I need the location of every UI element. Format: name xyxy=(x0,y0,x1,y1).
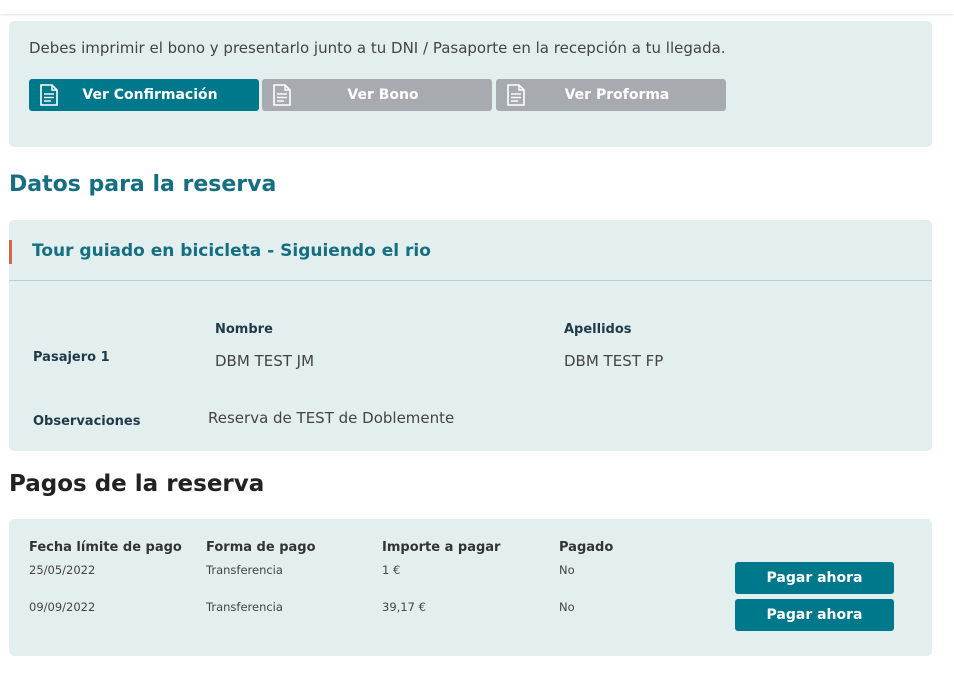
accent-bar xyxy=(9,240,12,264)
passenger-name: DBM TEST JM xyxy=(215,352,315,370)
passenger-surname: DBM TEST FP xyxy=(564,352,664,370)
activity-name: Tour guiado en bicicleta - Siguiendo el … xyxy=(32,241,431,261)
document-icon xyxy=(507,84,525,106)
name-column-header: Nombre xyxy=(215,322,273,337)
top-header-bar xyxy=(0,0,954,14)
passenger-label: Pasajero 1 xyxy=(33,350,110,365)
paid-header: Pagado xyxy=(559,540,614,555)
payment-due-date: 25/05/2022 xyxy=(29,563,96,577)
view-proforma-label: Ver Proforma xyxy=(564,87,670,103)
payment-amount: 39,17 € xyxy=(382,600,426,614)
view-voucher-button[interactable]: Ver Bono xyxy=(262,79,492,111)
payment-amount: 1 € xyxy=(382,563,401,577)
pay-now-button[interactable]: Pagar ahora xyxy=(735,599,894,631)
observations-value: Reserva de TEST de Doblemente xyxy=(208,409,455,427)
payment-method: Transferencia xyxy=(206,563,283,577)
view-confirmation-button[interactable]: Ver Confirmación xyxy=(29,79,259,111)
surname-column-header: Apellidos xyxy=(564,322,632,337)
divider xyxy=(9,280,932,281)
payment-paid-status: No xyxy=(559,563,575,577)
payment-due-date: 09/09/2022 xyxy=(29,600,96,614)
document-icon xyxy=(273,84,291,106)
payments-card: Fecha límite de pago Forma de pago Impor… xyxy=(9,519,932,656)
observations-label: Observaciones xyxy=(33,414,141,429)
payments-section-title: Pagos de la reserva xyxy=(9,471,265,497)
view-proforma-button[interactable]: Ver Proforma xyxy=(496,79,726,111)
voucher-notice-card: Debes imprimir el bono y presentarlo jun… xyxy=(9,21,932,147)
reservation-section-title: Datos para la reserva xyxy=(9,172,277,197)
payment-paid-status: No xyxy=(559,600,575,614)
view-voucher-label: Ver Bono xyxy=(347,87,419,103)
view-confirmation-label: Ver Confirmación xyxy=(82,87,218,103)
payment-method: Transferencia xyxy=(206,600,283,614)
reservation-details-card: Tour guiado en bicicleta - Siguiendo el … xyxy=(9,220,932,451)
document-icon xyxy=(40,84,58,106)
pay-now-button[interactable]: Pagar ahora xyxy=(735,562,894,594)
payment-method-header: Forma de pago xyxy=(206,540,316,555)
voucher-notice-text: Debes imprimir el bono y presentarlo jun… xyxy=(29,39,726,57)
amount-header: Importe a pagar xyxy=(382,540,501,555)
due-date-header: Fecha límite de pago xyxy=(29,540,182,555)
